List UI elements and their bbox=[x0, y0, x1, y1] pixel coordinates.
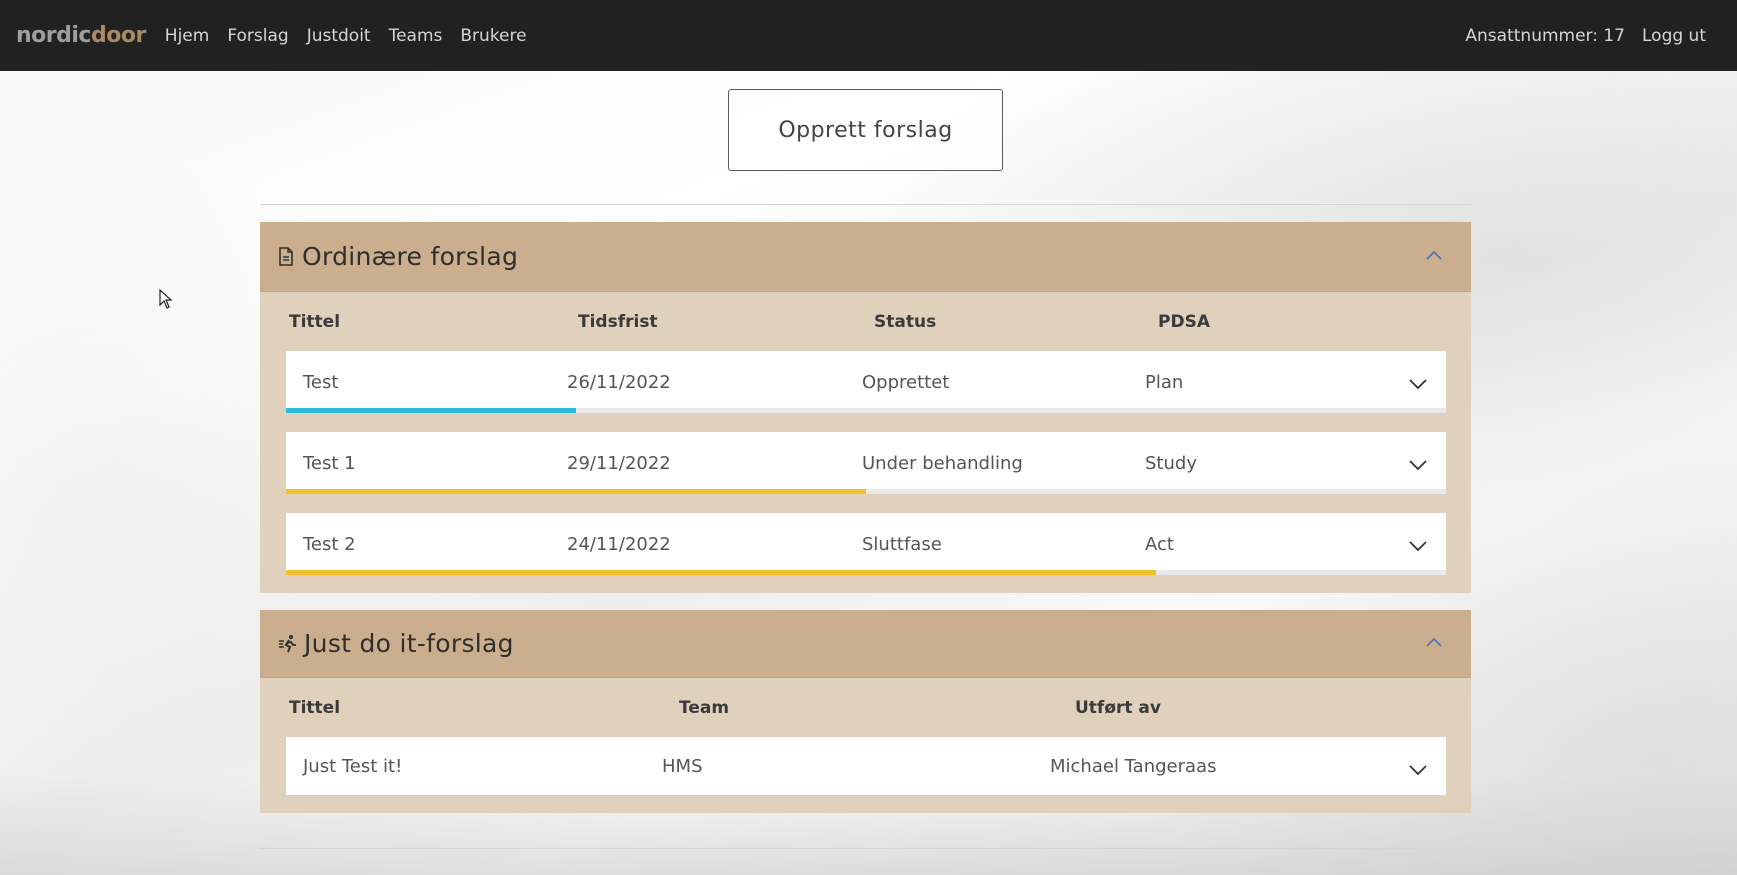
proposal-deadline: 29/11/2022 bbox=[567, 452, 671, 474]
ordinary-proposals-panel: Ordinære forslag Tittel Tidsfrist Status… bbox=[260, 222, 1471, 593]
proposal-pdsa: Act bbox=[1145, 533, 1174, 555]
divider-bottom bbox=[260, 848, 1471, 849]
ordinary-proposals-header[interactable]: Ordinære forslag bbox=[260, 222, 1471, 292]
progress-bar-fill bbox=[286, 570, 1156, 575]
justdoit-proposals-header[interactable]: Just do it-forslag bbox=[260, 610, 1471, 678]
progress-bar bbox=[286, 570, 1446, 575]
brand-logo[interactable]: nordicdoor bbox=[16, 23, 146, 48]
column-header-performed-by: Utført av bbox=[1075, 697, 1161, 718]
nav-link-brukere[interactable]: Brukere bbox=[460, 26, 526, 46]
nav-link-forslag[interactable]: Forslag bbox=[227, 26, 288, 46]
justdoit-row[interactable]: Just Test it! HMS Michael Tangeraas bbox=[286, 737, 1446, 795]
progress-bar-fill bbox=[286, 489, 866, 494]
justdoit-performed-by: Michael Tangeraas bbox=[1050, 755, 1217, 777]
column-header-deadline: Tidsfrist bbox=[578, 311, 658, 332]
column-header-pdsa: PDSA bbox=[1158, 311, 1210, 332]
ordinary-proposals-body: Tittel Tidsfrist Status PDSA Test 26/11/… bbox=[260, 292, 1471, 593]
proposal-status: Sluttfase bbox=[862, 533, 942, 555]
proposal-deadline: 26/11/2022 bbox=[567, 371, 671, 393]
column-header-status: Status bbox=[874, 311, 937, 332]
chevron-down-icon[interactable] bbox=[1409, 536, 1427, 552]
running-person-icon bbox=[278, 634, 298, 654]
chevron-down-icon[interactable] bbox=[1409, 374, 1427, 390]
proposal-row[interactable]: Test 1 29/11/2022 Under behandling Study bbox=[286, 432, 1446, 494]
proposal-title: Test 2 bbox=[303, 533, 356, 555]
proposal-row[interactable]: Test 2 24/11/2022 Sluttfase Act bbox=[286, 513, 1446, 575]
proposal-pdsa: Study bbox=[1145, 452, 1197, 474]
employee-number: Ansattnummer: 17 bbox=[1465, 25, 1625, 46]
proposal-status: Under behandling bbox=[862, 452, 1023, 474]
chevron-up-icon[interactable] bbox=[1425, 247, 1443, 265]
proposal-status: Opprettet bbox=[862, 371, 950, 393]
justdoit-team: HMS bbox=[662, 755, 703, 777]
mouse-cursor-icon bbox=[159, 289, 173, 309]
justdoit-proposals-title: Just do it-forslag bbox=[304, 629, 514, 658]
nav-right: Ansattnummer: 17 Logg ut bbox=[1465, 26, 1721, 46]
ordinary-column-headers: Tittel Tidsfrist Status PDSA bbox=[286, 292, 1446, 351]
justdoit-proposals-body: Tittel Team Utført av Just Test it! HMS … bbox=[260, 678, 1471, 813]
proposal-title: Test bbox=[303, 371, 339, 393]
column-header-title: Tittel bbox=[289, 311, 341, 332]
ordinary-proposals-title: Ordinære forslag bbox=[302, 242, 519, 271]
progress-bar bbox=[286, 489, 1446, 494]
progress-bar bbox=[286, 408, 1446, 413]
brand-logo-part1: nordic bbox=[16, 23, 91, 48]
proposal-pdsa: Plan bbox=[1145, 371, 1184, 393]
chevron-down-icon[interactable] bbox=[1409, 455, 1427, 471]
proposal-deadline: 24/11/2022 bbox=[567, 533, 671, 555]
logout-link[interactable]: Logg ut bbox=[1642, 26, 1706, 46]
nav-link-hjem[interactable]: Hjem bbox=[165, 26, 210, 46]
divider-top bbox=[260, 204, 1471, 205]
top-navbar: nordicdoor Hjem Forslag Justdoit Teams B… bbox=[0, 0, 1737, 71]
brand-logo-part2: door bbox=[90, 23, 146, 48]
document-icon bbox=[278, 247, 296, 267]
proposal-title: Test 1 bbox=[303, 452, 356, 474]
create-proposal-button[interactable]: Opprett forslag bbox=[728, 89, 1003, 171]
column-header-title: Tittel bbox=[289, 697, 341, 718]
chevron-down-icon[interactable] bbox=[1409, 760, 1427, 776]
proposal-row[interactable]: Test 26/11/2022 Opprettet Plan bbox=[286, 351, 1446, 413]
nav-link-justdoit[interactable]: Justdoit bbox=[307, 26, 371, 46]
nav-link-teams[interactable]: Teams bbox=[389, 26, 443, 46]
justdoit-proposals-panel: Just do it-forslag Tittel Team Utført av… bbox=[260, 610, 1471, 813]
progress-bar-fill bbox=[286, 408, 576, 413]
justdoit-title: Just Test it! bbox=[303, 755, 403, 777]
justdoit-column-headers: Tittel Team Utført av bbox=[286, 678, 1446, 737]
column-header-team: Team bbox=[679, 697, 730, 718]
chevron-up-icon[interactable] bbox=[1425, 634, 1443, 652]
